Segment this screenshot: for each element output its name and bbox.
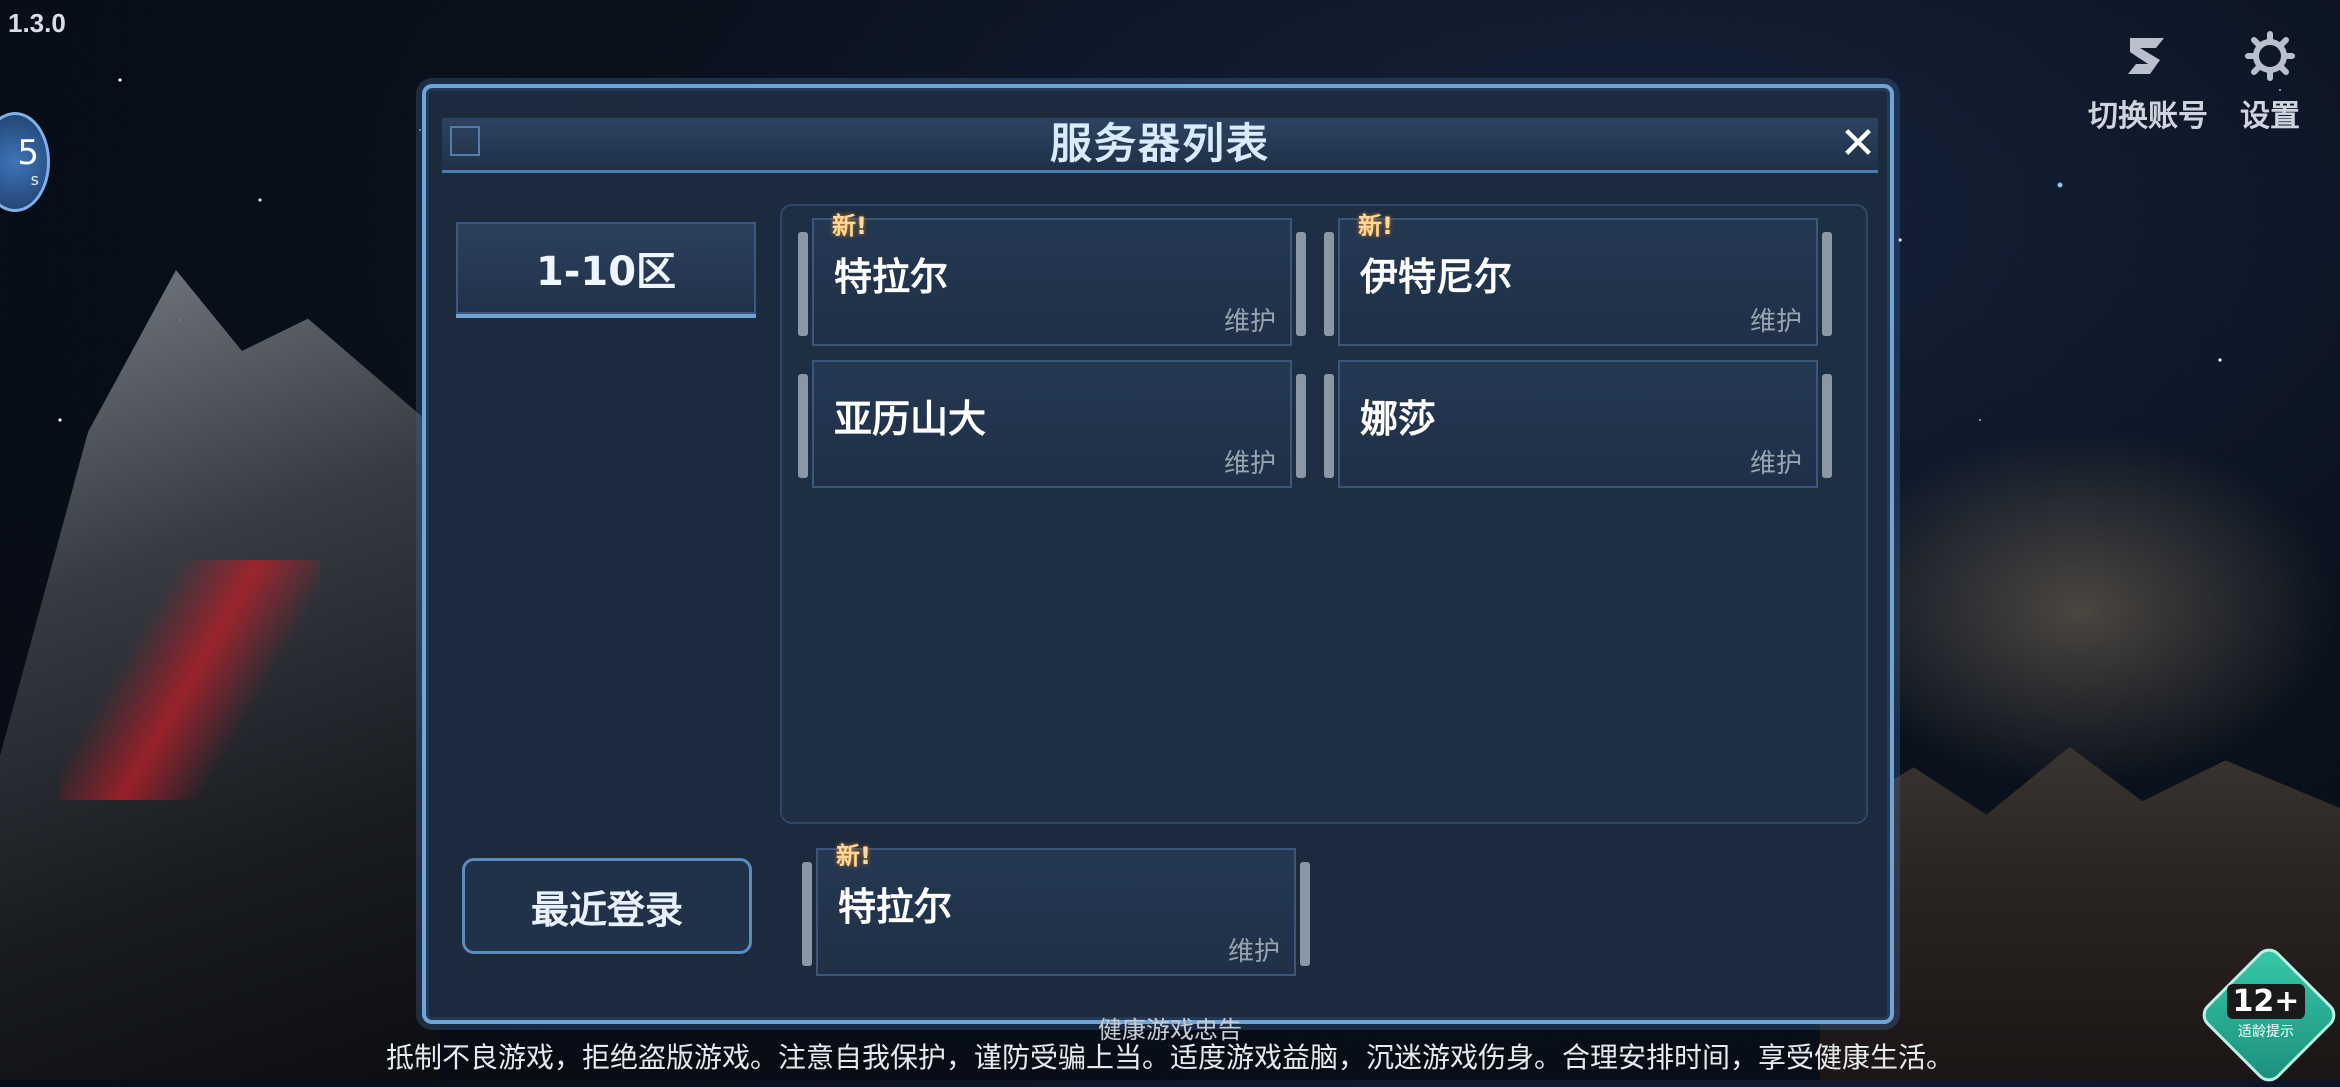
server-status: 维护	[1749, 307, 1802, 337]
server-status: 维护	[1227, 937, 1280, 967]
age-rating-sub: 适龄提示	[2238, 1023, 2294, 1040]
switch-account-label: 切换账号	[2088, 99, 2208, 134]
close-button[interactable]: ✕	[1834, 120, 1882, 168]
server-status: 维护	[1223, 307, 1276, 337]
server-name: 特拉尔	[834, 255, 949, 299]
fps-unit: s	[30, 169, 39, 189]
age-rating-content: 12+ 适龄提示	[2218, 972, 2314, 1052]
server-card-4[interactable]: 娜莎 维护	[1324, 360, 1832, 488]
server-card-1[interactable]: 新! 特拉尔 维护	[798, 212, 1306, 346]
new-badge: 新!	[836, 842, 871, 870]
zone-tab-1-10[interactable]: 1-10区	[456, 222, 756, 318]
gear-icon	[2244, 30, 2296, 91]
health-notice-text: 抵制不良游戏，拒绝盗版游戏。注意自我保护，谨防受骗上当。适度游戏益脑，沉迷游戏伤…	[385, 1041, 1954, 1074]
dialog-header: 服务器列表 ✕	[442, 118, 1878, 173]
new-badge: 新!	[1358, 212, 1393, 240]
server-name: 娜莎	[1360, 397, 1437, 441]
server-grid: 新! 特拉尔 维护 新! 伊特尼尔 维护 亚历山大 维护 娜莎 维护	[780, 204, 1868, 824]
settings-button[interactable]: 设置	[2240, 30, 2300, 135]
server-name: 伊特尼尔	[1360, 255, 1513, 299]
server-status: 维护	[1223, 449, 1276, 479]
clouds-background	[1820, 430, 2340, 790]
recent-login-button[interactable]: 最近登录	[462, 858, 752, 954]
server-name: 亚历山大	[834, 397, 987, 441]
settings-label: 设置	[2240, 99, 2300, 134]
dialog-title: 服务器列表	[1049, 119, 1270, 168]
server-card-2[interactable]: 新! 伊特尼尔 维护	[1324, 212, 1832, 346]
server-card-3[interactable]: 亚历山大 维护	[798, 360, 1306, 488]
age-rating-label: 12+	[2226, 983, 2306, 1019]
recent-server-card[interactable]: 新! 特拉尔 维护	[802, 842, 1310, 976]
fps-value: 5	[17, 132, 39, 173]
logo-s-icon	[2120, 30, 2176, 91]
switch-account-button[interactable]: 切换账号	[2088, 30, 2208, 135]
version-label: 1.3.0	[8, 8, 66, 38]
server-status: 维护	[1749, 449, 1802, 479]
mech-red-accent	[60, 560, 320, 800]
server-list-dialog: 服务器列表 ✕ 1-10区 新! 特拉尔 维护 新! 伊特尼尔 维护 亚历山大 …	[422, 84, 1894, 1024]
close-icon: ✕	[1839, 118, 1877, 169]
new-badge: 新!	[832, 212, 867, 240]
server-name: 特拉尔	[838, 885, 953, 929]
